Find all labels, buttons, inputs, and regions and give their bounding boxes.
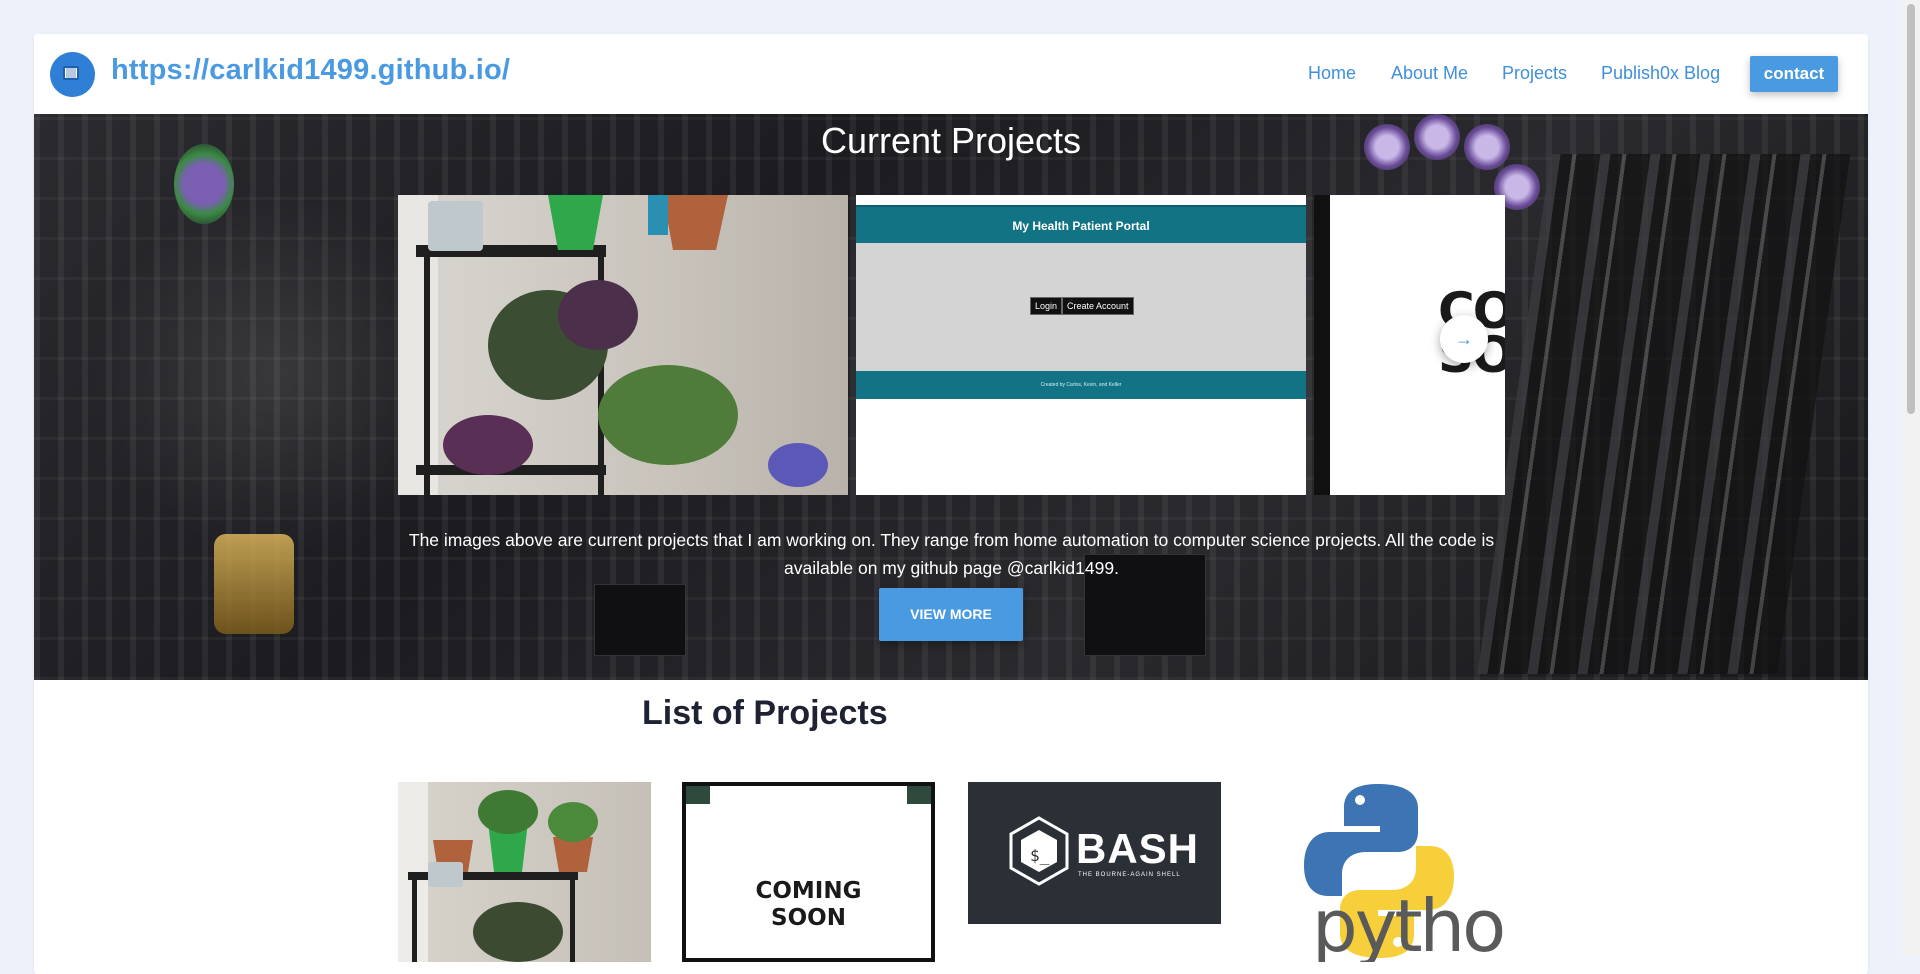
plants-thumbnail [398, 782, 598, 962]
frame-corner [686, 786, 710, 804]
carousel-next-button[interactable]: → [1440, 315, 1488, 363]
hero-description: The images above are current projects th… [408, 530, 1495, 578]
python-word: python [1312, 884, 1505, 962]
arrow-right-icon: → [1455, 329, 1473, 349]
nav-about-me[interactable]: About Me [1391, 63, 1468, 84]
project-thumb-python[interactable]: python [1252, 782, 1505, 962]
nav-publish0x-blog[interactable]: Publish0x Blog [1601, 63, 1720, 84]
project-thumb-bash[interactable]: $_ BASH THE BOURNE-AGAIN SHELL [968, 782, 1221, 924]
scrollbar-thumb[interactable] [1907, 4, 1915, 414]
projects-carousel[interactable]: My Health Patient Portal Login Create Ac… [398, 195, 1505, 495]
carousel-slide-plants[interactable] [398, 195, 848, 495]
bash-word: BASH [1076, 825, 1200, 872]
nav-home[interactable]: Home [1308, 63, 1356, 84]
frame-corner [907, 786, 931, 804]
bash-logo-icon: $_ [1009, 816, 1069, 886]
portal-login-button: Login [1030, 297, 1063, 315]
hero-bg-chip [594, 584, 686, 656]
coming-soon-label: COMING SOON [686, 878, 931, 932]
bash-tagline: THE BOURNE-AGAIN SHELL [1078, 872, 1181, 878]
bash-prompt: $_ [1030, 846, 1050, 865]
nav-projects[interactable]: Projects [1502, 63, 1567, 84]
page-scrollbar[interactable] [1902, 0, 1920, 957]
site-header: https://carlkid1499.github.io/ Home Abou… [34, 34, 1868, 114]
portal-footer: Created by Carlos, Kevin, and Keller [856, 371, 1306, 399]
project-thumb-plants[interactable] [398, 782, 651, 962]
list-of-projects-heading: List of Projects [642, 694, 888, 732]
hero-bg-antenna-connector [214, 534, 294, 634]
coming-soon-line2: SOON [771, 905, 846, 931]
plants-photo [398, 195, 828, 495]
hero-section: Current Projects My Health Patient Porta… [34, 114, 1868, 680]
contact-button[interactable]: contact [1750, 56, 1838, 92]
site-logo[interactable] [50, 52, 95, 97]
site-title-link[interactable]: https://carlkid1499.github.io/ [111, 54, 510, 87]
hero-bg-ram-slots [1477, 154, 1851, 674]
page-card: https://carlkid1499.github.io/ Home Abou… [34, 34, 1868, 974]
logo-inner-square [66, 68, 76, 78]
coming-soon-line1: COMING [755, 878, 862, 904]
hero-title: Current Projects [820, 120, 1082, 161]
project-thumb-coming-soon[interactable]: COMING SOON [682, 782, 935, 962]
portal-title: My Health Patient Portal [856, 205, 1306, 245]
portal-create-account-button: Create Account [1062, 297, 1134, 315]
view-more-button[interactable]: VIEW MORE [879, 588, 1023, 641]
carousel-slide-health-portal[interactable]: My Health Patient Portal Login Create Ac… [856, 195, 1306, 495]
